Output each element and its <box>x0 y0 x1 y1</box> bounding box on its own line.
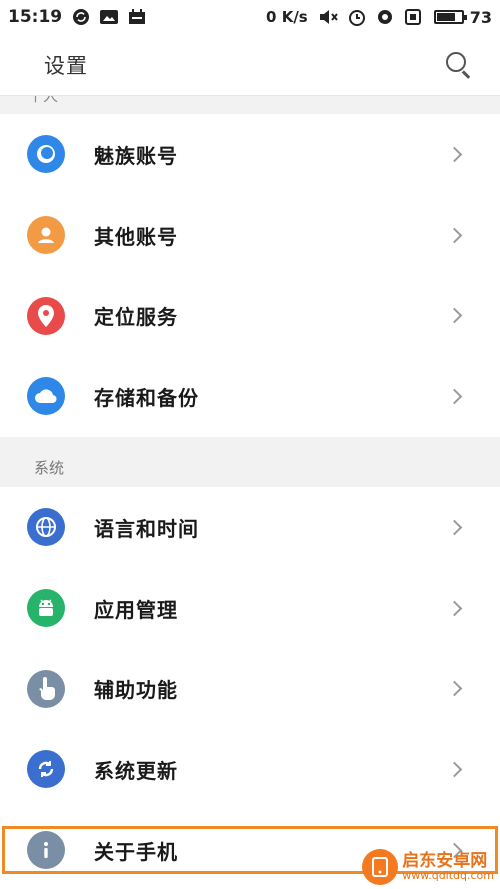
sync-icon <box>70 8 92 26</box>
status-bar: 15:19 0 K/s 73 <box>0 0 500 34</box>
alarm-icon <box>346 8 368 26</box>
settings-item-language-time[interactable]: 语言和时间 <box>0 487 500 568</box>
chevron-right-icon <box>446 519 463 536</box>
chevron-right-icon <box>446 388 463 405</box>
mute-icon <box>318 8 340 26</box>
system-group: 语言和时间 应用管理 辅助功能 系统更新 关于手机 <box>0 487 500 889</box>
settings-item-label: 魅族账号 <box>94 143 178 168</box>
refresh-icon <box>27 750 65 789</box>
android-icon <box>27 589 65 628</box>
settings-item-location[interactable]: 定位服务 <box>0 275 500 356</box>
signal-icon <box>374 8 396 26</box>
meizu-account-icon <box>27 135 65 174</box>
settings-item-label: 语言和时间 <box>94 516 199 541</box>
battery-icon <box>433 10 467 24</box>
settings-item-label: 关于手机 <box>94 839 178 864</box>
page-title: 设置 <box>44 53 88 78</box>
section-label-personal: 个人 <box>0 96 500 114</box>
user-icon <box>27 216 65 255</box>
watermark-name: 启东安卓网 <box>402 850 488 871</box>
settings-item-label: 定位服务 <box>94 305 178 330</box>
net-speed: 0 K/s <box>266 8 308 26</box>
status-right: 0 K/s 73 <box>266 8 492 27</box>
chevron-right-icon <box>446 680 463 697</box>
settings-header: 设置 <box>0 34 500 96</box>
settings-item-app-management[interactable]: 应用管理 <box>0 568 500 649</box>
chevron-right-icon <box>446 146 463 163</box>
settings-item-other-accounts[interactable]: 其他账号 <box>0 195 500 276</box>
chevron-right-icon <box>446 761 463 778</box>
section-header-system: 系统 <box>0 437 500 487</box>
chevron-right-icon <box>446 600 463 616</box>
settings-item-label: 系统更新 <box>94 758 178 783</box>
calendar-icon <box>126 8 148 26</box>
sim-icon <box>402 8 424 26</box>
section-title: 系统 <box>34 459 65 477</box>
settings-item-system-update[interactable]: 系统更新 <box>0 729 500 810</box>
settings-item-meizu-account[interactable]: 魅族账号 <box>0 114 500 195</box>
watermark-logo-icon <box>362 849 399 885</box>
settings-item-label: 辅助功能 <box>94 678 178 703</box>
settings-item-label: 应用管理 <box>94 597 178 622</box>
location-pin-icon <box>27 296 65 335</box>
globe-icon <box>27 508 65 547</box>
settings-item-storage-backup[interactable]: 存储和备份 <box>0 356 500 437</box>
info-icon <box>27 831 65 870</box>
search-icon <box>446 51 466 72</box>
chevron-right-icon <box>446 307 463 324</box>
hand-pointer-icon <box>27 669 65 708</box>
settings-item-label: 存储和备份 <box>94 385 199 410</box>
account-group: 魅族账号 其他账号 定位服务 存储和备份 <box>0 114 500 437</box>
section-label-text: 个人 <box>28 96 59 105</box>
battery-fill <box>436 13 455 21</box>
image-notification-icon <box>98 8 120 26</box>
watermark: 启东安卓网 www.qdltdq.com <box>362 849 494 885</box>
battery-level: 73 <box>469 7 492 27</box>
settings-item-accessibility[interactable]: 辅助功能 <box>0 648 500 729</box>
cloud-icon <box>27 377 65 416</box>
search-button[interactable] <box>444 50 474 80</box>
chevron-right-icon <box>446 227 463 243</box>
watermark-url: www.qdltdq.com <box>402 869 494 883</box>
status-time: 15:19 <box>8 7 63 27</box>
settings-item-label: 其他账号 <box>94 224 178 249</box>
